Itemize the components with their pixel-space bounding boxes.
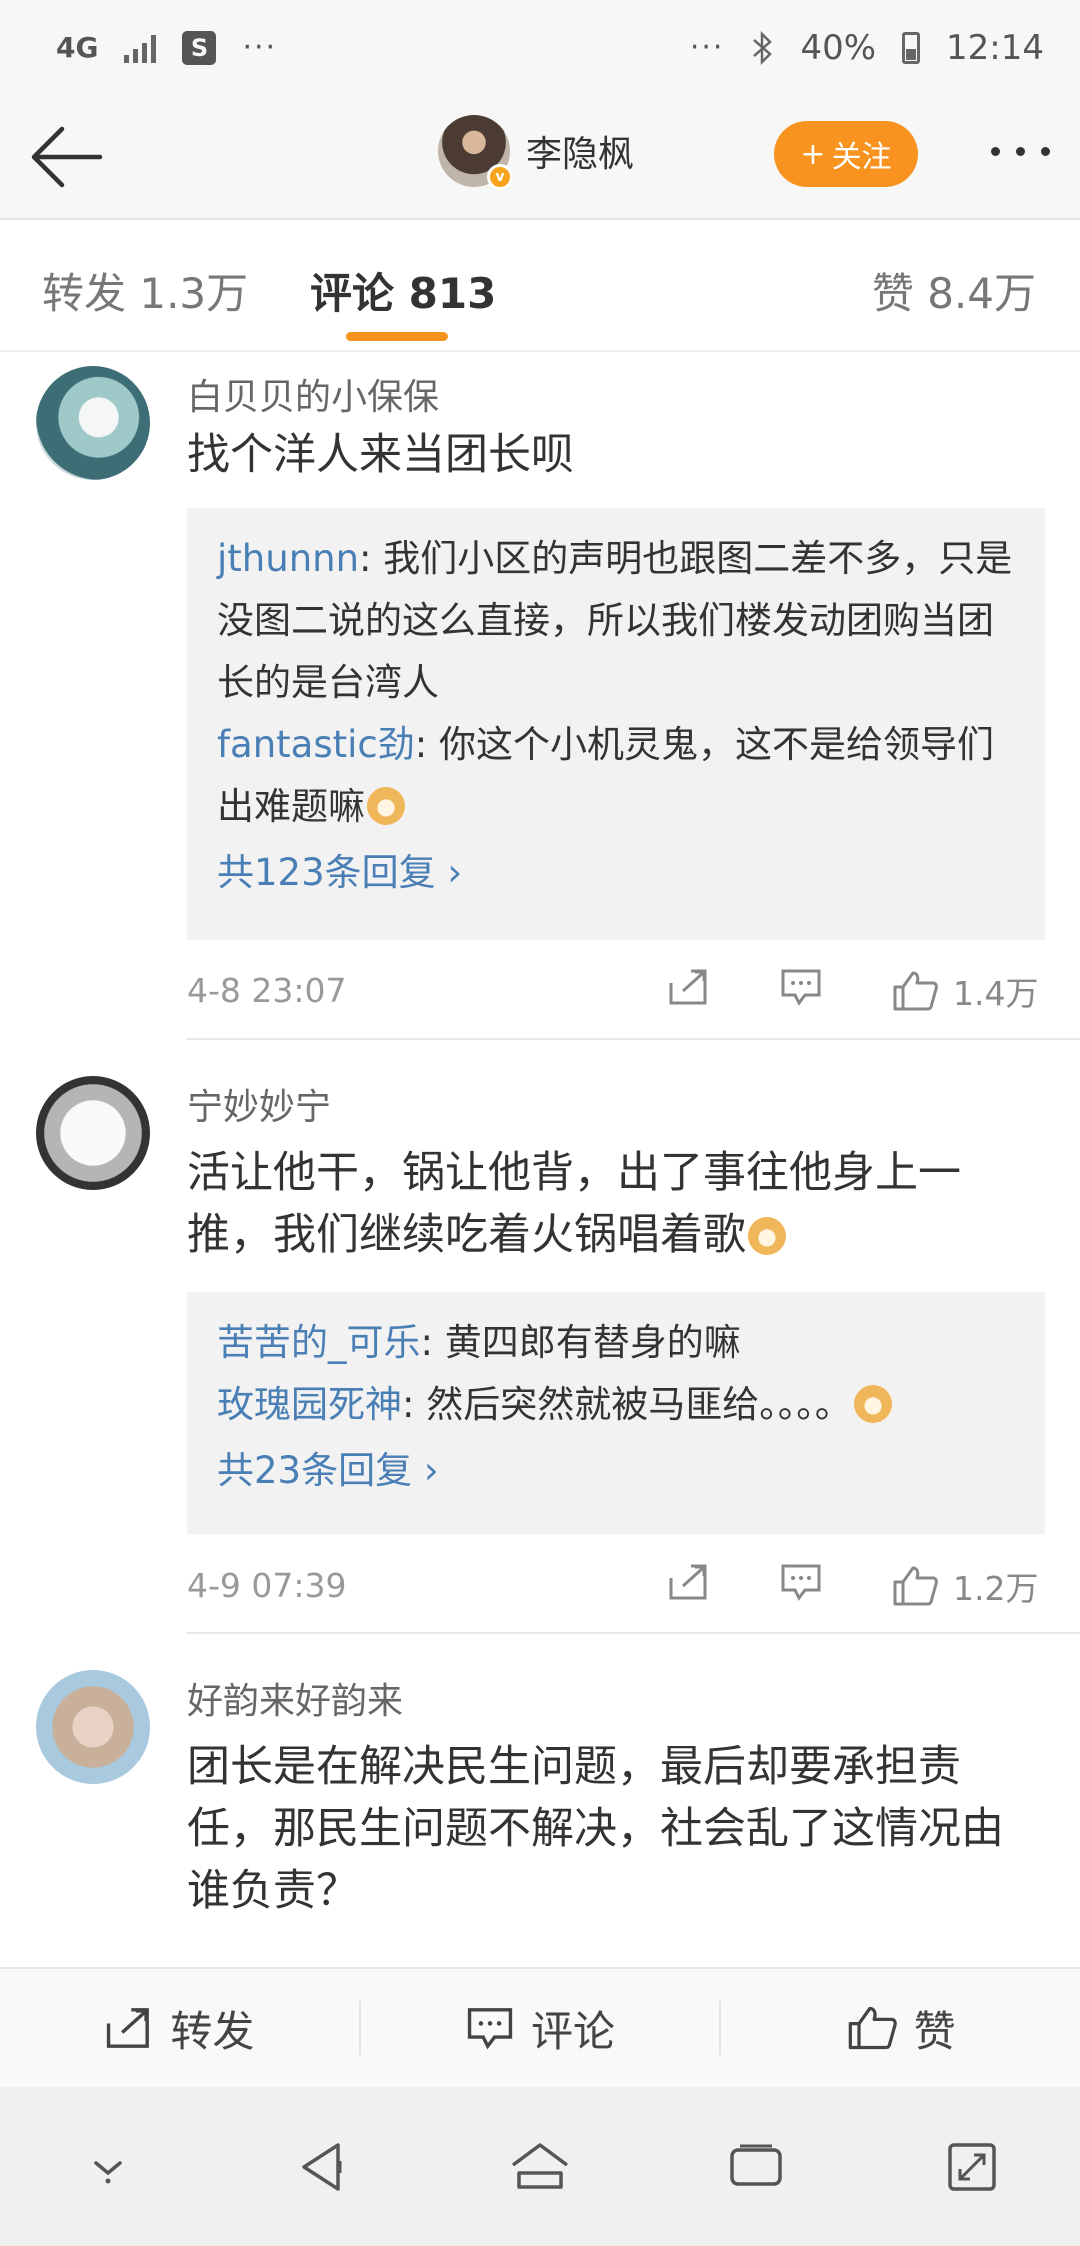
active-tab-indicator <box>346 332 448 341</box>
thumbs-up-icon <box>848 2006 897 2050</box>
like-button[interactable]: 1.2万 <box>891 1562 1038 1610</box>
nav-expand-button[interactable] <box>927 2122 1017 2212</box>
reply-item: 玫瑰园死神: 然后突然就被马匪给。。。。 <box>217 1374 1015 1436</box>
reply-button[interactable] <box>779 1562 823 1602</box>
battery-icon <box>902 31 921 64</box>
share-button[interactable] <box>667 967 711 1007</box>
back-arrow-icon[interactable] <box>28 125 104 189</box>
comment-text-body: 活让他干，锅让他背，出了事往他身上一推，我们继续吃着火锅唱着歌 <box>187 1148 961 1260</box>
doge-emoji-icon <box>367 787 405 825</box>
home-icon <box>511 2142 569 2189</box>
recents-icon <box>730 2144 782 2186</box>
comment-icon <box>781 1564 821 1601</box>
verified-badge-icon: v <box>487 164 513 190</box>
expand-icon <box>948 2142 996 2191</box>
avatar[interactable] <box>36 1076 150 1190</box>
reply-text: : 黄四郎有替身的嘛 <box>420 1321 741 1364</box>
divider <box>187 1632 1080 1634</box>
back-triangle-icon <box>302 2142 342 2191</box>
nav-back-button[interactable] <box>279 2122 369 2212</box>
profile-name[interactable]: 李隐枫 <box>526 125 634 177</box>
comment-text: 活让他干，锅让他背，出了事往他身上一推，我们继续吃着火锅唱着歌 <box>187 1142 1045 1266</box>
divider <box>187 1038 1080 1040</box>
reply-item: jthunnn: 我们小区的声明也跟图二差不多，只是没图二说的这么直接，所以我们… <box>217 528 1015 714</box>
like-post-button[interactable]: 赞 <box>721 1998 1080 2059</box>
share-icon <box>107 2008 150 2048</box>
like-count: 1.4万 <box>953 974 1039 1013</box>
reply-box[interactable]: 苦苦的_可乐: 黄四郎有替身的嘛 玫瑰园死神: 然后突然就被马匪给。。。。 共2… <box>187 1292 1045 1534</box>
comment-meta: 4-9 07:39 1.2万 <box>187 1562 1045 1612</box>
follow-button[interactable]: + 关注 <box>774 121 918 187</box>
avatar[interactable] <box>36 366 150 480</box>
repost-label: 转发 <box>170 2006 255 2056</box>
share-icon <box>669 1564 707 1600</box>
reply-username[interactable]: 玫瑰园死神 <box>217 1383 402 1426</box>
thumbs-up-icon <box>893 1566 938 1606</box>
reply-username[interactable]: jthunnn <box>217 537 359 580</box>
bluetooth-icon <box>753 30 773 65</box>
reply-username[interactable]: 苦苦的_可乐 <box>217 1321 421 1364</box>
top-header: v 李隐枫 + 关注 <box>0 95 1080 220</box>
comment-text: 找个洋人来当团长呗 <box>187 430 574 480</box>
tab-bar: 转发 1.3万 评论 813 赞 8.4万 <box>0 222 1080 352</box>
doge-emoji-icon <box>853 1385 892 1423</box>
comment-icon <box>467 2008 513 2050</box>
share-button[interactable] <box>667 1562 711 1602</box>
comment-username[interactable]: 白贝贝的小保保 <box>187 368 439 420</box>
comment-username[interactable]: 好韵来好韵来 <box>187 1672 403 1724</box>
comment-text: 团长是在解决民生问题，最后却要承担责任，那民生问题不解决，社会乱了这情况由谁负责… <box>187 1742 1004 1916</box>
profile-header[interactable]: v 李隐枫 <box>438 115 634 190</box>
tab-likes[interactable]: 赞 8.4万 <box>872 260 1036 321</box>
comment-meta: 4-8 23:07 1.4万 <box>187 967 1045 1017</box>
notification-more: ··· <box>242 30 278 65</box>
comment-username[interactable]: 宁妙妙宁 <box>187 1078 331 1130</box>
chevron-down-icon <box>94 2160 122 2183</box>
system-nav-bar <box>0 2087 1080 2246</box>
repost-button[interactable]: 转发 <box>0 1998 359 2059</box>
battery-percent: 40% <box>800 27 877 68</box>
comment-time: 4-8 23:07 <box>187 971 347 1010</box>
like-button[interactable]: 1.4万 <box>891 967 1038 1015</box>
shopping-bag-icon: S <box>182 30 217 65</box>
follow-label: 关注 <box>831 140 892 175</box>
nav-hide-button[interactable] <box>63 2122 153 2212</box>
reply-button[interactable] <box>779 967 823 1007</box>
like-label: 赞 <box>913 2006 956 2056</box>
like-count: 1.2万 <box>953 1569 1039 1608</box>
status-more: ··· <box>689 30 725 65</box>
nav-recents-button[interactable] <box>711 2122 801 2212</box>
reply-item: fantastic劲: 你这个小机灵鬼，这不是给领导们出难题嘛 <box>217 714 1015 838</box>
reply-username[interactable]: fantastic劲 <box>217 723 415 766</box>
avatar[interactable]: v <box>438 115 513 190</box>
plus-icon: + <box>800 136 826 172</box>
status-left: 4G S ··· <box>56 30 277 65</box>
network-indicator: 4G <box>56 30 99 64</box>
comment-label: 评论 <box>531 2006 616 2056</box>
more-menu-icon[interactable] <box>991 147 1050 156</box>
status-bar: 4G S ··· ··· 40% 12:14 <box>0 0 1080 95</box>
signal-icon <box>124 33 157 63</box>
tab-repost[interactable]: 转发 1.3万 <box>42 260 248 321</box>
doge-emoji-icon <box>748 1217 786 1255</box>
comment-time: 4-9 07:39 <box>187 1566 347 1605</box>
clock: 12:14 <box>946 27 1044 68</box>
reply-box[interactable]: jthunnn: 我们小区的声明也跟图二差不多，只是没图二说的这么直接，所以我们… <box>187 508 1045 940</box>
comment-button[interactable]: 评论 <box>361 1998 720 2059</box>
reply-text: : 然后突然就被马匪给。。。。 <box>402 1383 852 1426</box>
more-replies-link[interactable]: 共23条回复 › <box>217 1440 1015 1502</box>
reply-item: 苦苦的_可乐: 黄四郎有替身的嘛 <box>217 1312 1015 1374</box>
nav-home-button[interactable] <box>495 2122 585 2212</box>
tab-comments[interactable]: 评论 813 <box>310 260 496 321</box>
more-replies-link[interactable]: 共123条回复 › <box>217 842 1015 904</box>
thumbs-up-icon <box>893 971 938 1011</box>
share-icon <box>669 969 707 1005</box>
avatar[interactable] <box>36 1670 150 1784</box>
status-right: ··· 40% 12:14 <box>690 28 1044 68</box>
bottom-action-bar: 转发 评论 赞 <box>0 1967 1080 2087</box>
comment-icon <box>781 969 821 1006</box>
